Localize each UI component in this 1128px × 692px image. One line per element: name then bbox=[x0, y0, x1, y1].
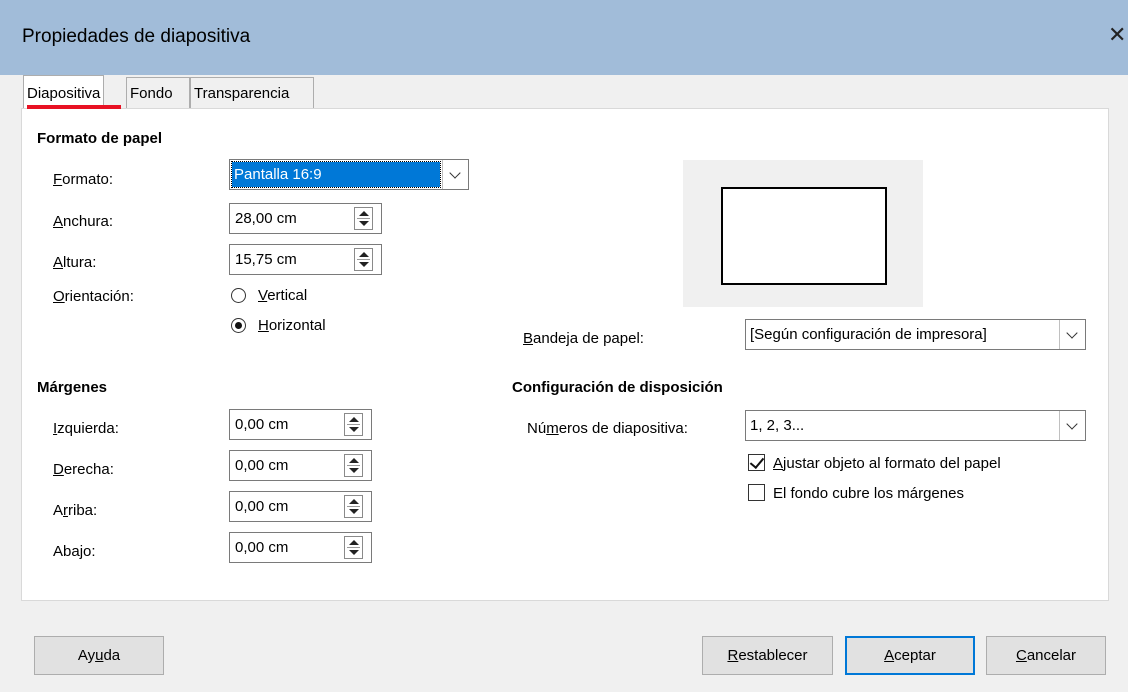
vertical-radio[interactable] bbox=[231, 288, 246, 303]
left-margin-label: Izquierda: bbox=[53, 420, 119, 437]
left-margin-value: 0,00 cm bbox=[235, 416, 289, 433]
bg-covers-margins-label[interactable]: El fondo cubre los márgenes bbox=[773, 485, 964, 502]
slide-numbers-label: Números de diapositiva: bbox=[527, 420, 688, 437]
horizontal-radio[interactable] bbox=[231, 318, 246, 333]
height-value: 15,75 cm bbox=[235, 251, 297, 268]
window-title: Propiedades de diapositiva bbox=[22, 26, 251, 47]
height-spinbox[interactable]: 15,75 cm bbox=[229, 244, 382, 275]
right-margin-spinbox[interactable]: 0,00 cm bbox=[229, 450, 372, 481]
chevron-down-icon bbox=[449, 167, 461, 179]
left-margin-stepper-icon[interactable] bbox=[344, 413, 363, 436]
slide-properties-panel bbox=[21, 108, 1109, 601]
bottom-margin-value: 0,00 cm bbox=[235, 539, 289, 556]
horizontal-radio-label[interactable]: Horizontal bbox=[258, 317, 326, 334]
width-label: Anchura: bbox=[53, 213, 114, 230]
cancel-button[interactable]: Cancelar bbox=[986, 636, 1106, 675]
page-preview-shape bbox=[721, 187, 887, 285]
page-preview bbox=[683, 160, 923, 307]
height-stepper-icon[interactable] bbox=[354, 248, 373, 271]
reset-button[interactable]: Restablecer bbox=[702, 636, 833, 675]
bottom-margin-stepper-icon[interactable] bbox=[344, 536, 363, 559]
tab-diapositiva[interactable]: Diapositiva bbox=[23, 75, 105, 108]
format-dropdown-button[interactable] bbox=[442, 160, 468, 189]
width-stepper-icon[interactable] bbox=[354, 207, 373, 230]
paper-tray-dropdown-button[interactable] bbox=[1059, 320, 1085, 349]
title-bar: Propiedades de diapositiva ✕ bbox=[0, 0, 1128, 75]
fit-object-checkbox[interactable] bbox=[748, 453, 765, 471]
slide-numbers-select[interactable]: 1, 2, 3... bbox=[745, 410, 1086, 441]
tab-transparencia[interactable]: Transparencia bbox=[190, 77, 314, 108]
slide-numbers-dropdown-button[interactable] bbox=[1059, 411, 1085, 440]
fit-object-label[interactable]: Ajustar objeto al formato del papel bbox=[773, 455, 1001, 472]
paper-tray-select[interactable]: [Según configuración de impresora] bbox=[745, 319, 1086, 350]
paper-tray-label: Bandeja de papel: bbox=[523, 330, 644, 347]
tab-fondo[interactable]: Fondo bbox=[126, 77, 190, 108]
bg-covers-margins-checkbox[interactable] bbox=[748, 484, 765, 501]
chevron-down-icon bbox=[1066, 327, 1078, 339]
layout-settings-heading: Configuración de disposición bbox=[512, 379, 723, 396]
slide-numbers-value: 1, 2, 3... bbox=[750, 417, 805, 434]
top-margin-label: Arriba: bbox=[53, 502, 98, 519]
ok-button[interactable]: Aceptar bbox=[845, 636, 975, 675]
help-button[interactable]: Ayuda bbox=[34, 636, 164, 675]
bottom-margin-label: Abajo: bbox=[53, 543, 96, 560]
format-select[interactable]: Pantalla 16:9 bbox=[229, 159, 469, 190]
top-margin-stepper-icon[interactable] bbox=[344, 495, 363, 518]
right-margin-label: Derecha: bbox=[53, 461, 114, 478]
format-value: Pantalla 16:9 bbox=[234, 166, 322, 183]
paper-tray-value: [Según configuración de impresora] bbox=[750, 326, 987, 343]
vertical-radio-label[interactable]: Vertical bbox=[258, 287, 307, 304]
right-margin-stepper-icon[interactable] bbox=[344, 454, 363, 477]
orientation-label: Orientación: bbox=[53, 288, 134, 305]
margins-heading: Márgenes bbox=[37, 379, 108, 396]
format-label: Formato: bbox=[53, 171, 114, 188]
chevron-down-icon bbox=[1066, 418, 1078, 430]
height-label: Altura: bbox=[53, 254, 97, 271]
close-icon[interactable]: ✕ bbox=[1108, 22, 1126, 48]
top-margin-spinbox[interactable]: 0,00 cm bbox=[229, 491, 372, 522]
width-spinbox[interactable]: 28,00 cm bbox=[229, 203, 382, 234]
checkmark-icon bbox=[749, 453, 765, 470]
bottom-margin-spinbox[interactable]: 0,00 cm bbox=[229, 532, 372, 563]
active-tab-indicator bbox=[27, 105, 121, 109]
top-margin-value: 0,00 cm bbox=[235, 498, 289, 515]
right-margin-value: 0,00 cm bbox=[235, 457, 289, 474]
left-margin-spinbox[interactable]: 0,00 cm bbox=[229, 409, 372, 440]
paper-format-heading: Formato de papel bbox=[37, 130, 163, 147]
width-value: 28,00 cm bbox=[235, 210, 297, 227]
